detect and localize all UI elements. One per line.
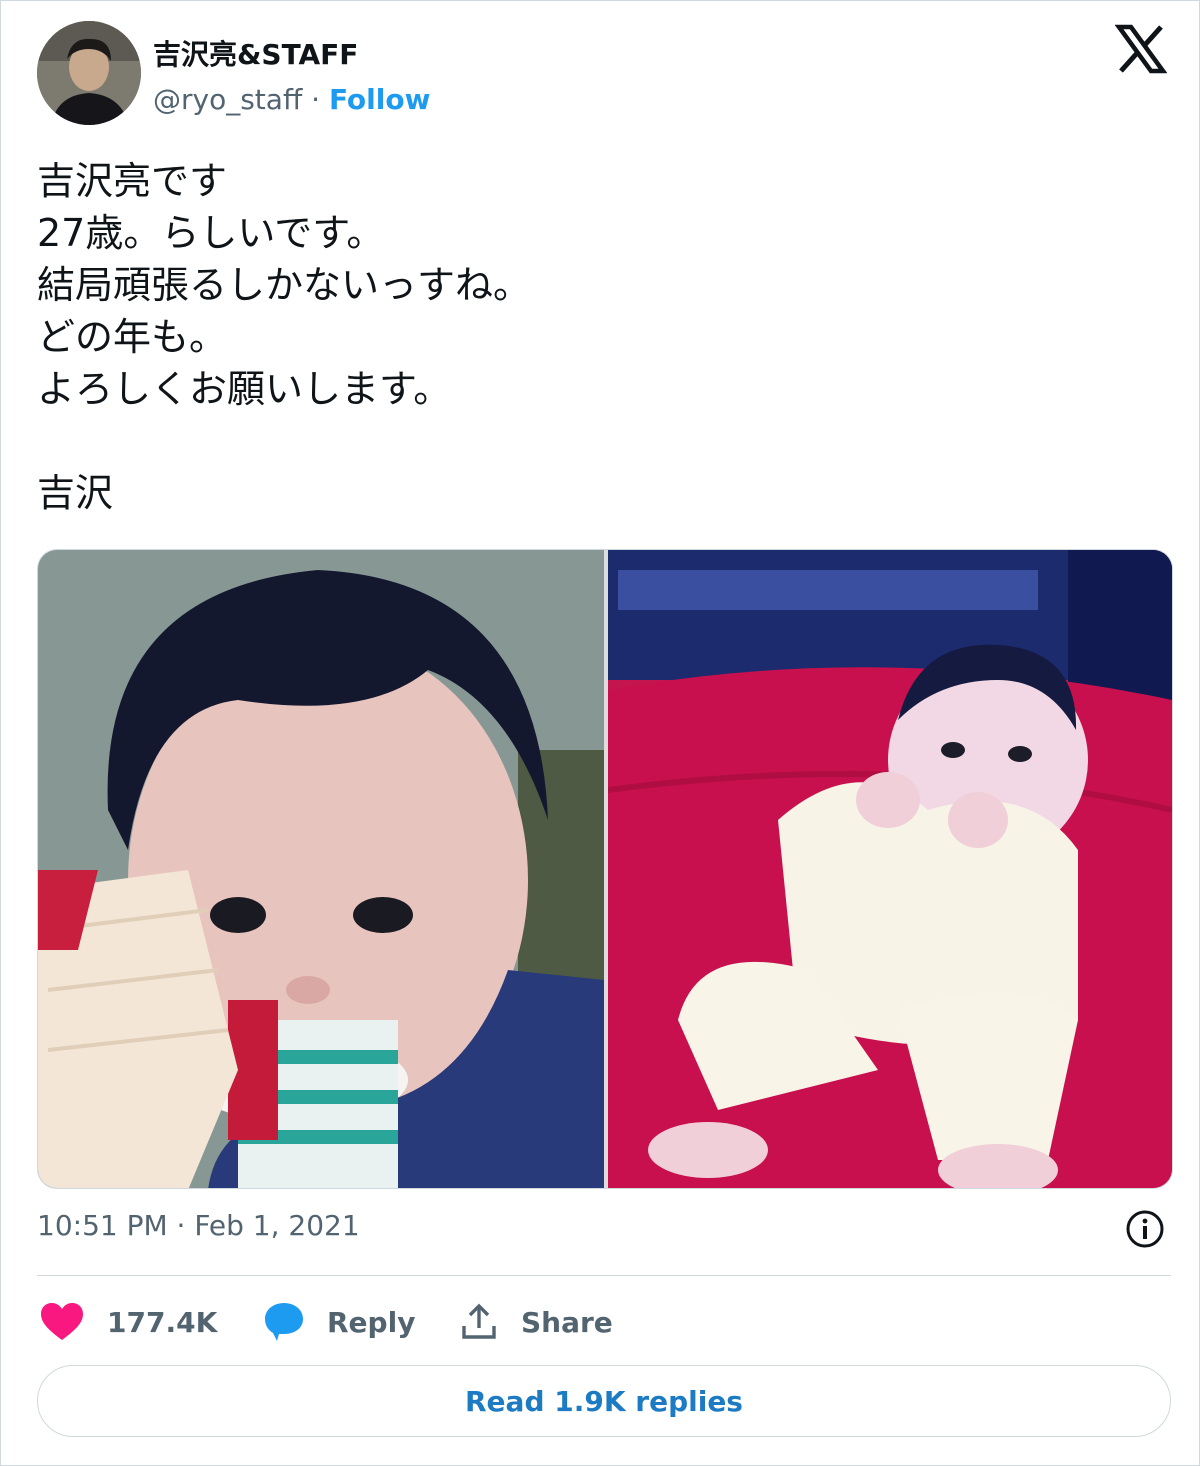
photo-left[interactable] bbox=[38, 550, 604, 1188]
reply-label: Reply bbox=[327, 1305, 416, 1339]
share-button[interactable]: Share bbox=[459, 1297, 613, 1347]
reply-button[interactable]: Reply bbox=[263, 1297, 415, 1347]
x-logo-icon[interactable] bbox=[1114, 23, 1168, 75]
tweet-line: 結局頑張るしかないっすね。 bbox=[37, 263, 532, 307]
read-replies-label: Read 1.9K replies bbox=[465, 1384, 743, 1418]
tweet-line: 吉沢亮です bbox=[37, 159, 228, 203]
tweet-text: 吉沢亮です 27歳。らしいです。 結局頑張るしかないっすね。 どの年も。 よろし… bbox=[37, 155, 1157, 519]
speech-bubble-icon bbox=[263, 1301, 305, 1343]
heart-icon bbox=[39, 1302, 85, 1342]
like-button[interactable]: 177.4K bbox=[39, 1297, 217, 1347]
photo-right[interactable] bbox=[608, 550, 1172, 1188]
handle-separator: · bbox=[302, 83, 329, 116]
handle-row: @ryo_staff · Follow bbox=[153, 83, 430, 116]
avatar[interactable] bbox=[37, 21, 141, 125]
action-bar: 177.4K Reply Share bbox=[37, 1297, 1171, 1347]
baby-photo-image bbox=[608, 550, 1172, 1188]
avatar-image bbox=[37, 21, 141, 125]
tweet-line: よろしくお願いします。 bbox=[37, 367, 452, 411]
divider bbox=[37, 1275, 1171, 1276]
share-label: Share bbox=[521, 1305, 613, 1339]
read-replies-button[interactable]: Read 1.9K replies bbox=[37, 1365, 1171, 1437]
media-grid[interactable] bbox=[37, 549, 1173, 1189]
tweet-line: どの年も。 bbox=[37, 315, 228, 359]
tweet-header: 吉沢亮&STAFF @ryo_staff · Follow bbox=[37, 21, 1168, 127]
tweet-line: 27歳。らしいです。 bbox=[37, 211, 385, 255]
tweet-card: 吉沢亮&STAFF @ryo_staff · Follow 吉沢亮です 27歳。… bbox=[0, 0, 1200, 1466]
display-name[interactable]: 吉沢亮&STAFF bbox=[153, 33, 358, 73]
info-icon[interactable] bbox=[1125, 1209, 1165, 1249]
like-count: 177.4K bbox=[107, 1305, 218, 1339]
tweet-timestamp[interactable]: 10:51 PM · Feb 1, 2021 bbox=[37, 1209, 360, 1242]
child-photo-image bbox=[38, 550, 604, 1188]
share-upload-icon bbox=[459, 1302, 499, 1342]
handle[interactable]: @ryo_staff bbox=[153, 83, 302, 116]
follow-link[interactable]: Follow bbox=[329, 83, 431, 116]
tweet-line: 吉沢 bbox=[37, 471, 114, 515]
